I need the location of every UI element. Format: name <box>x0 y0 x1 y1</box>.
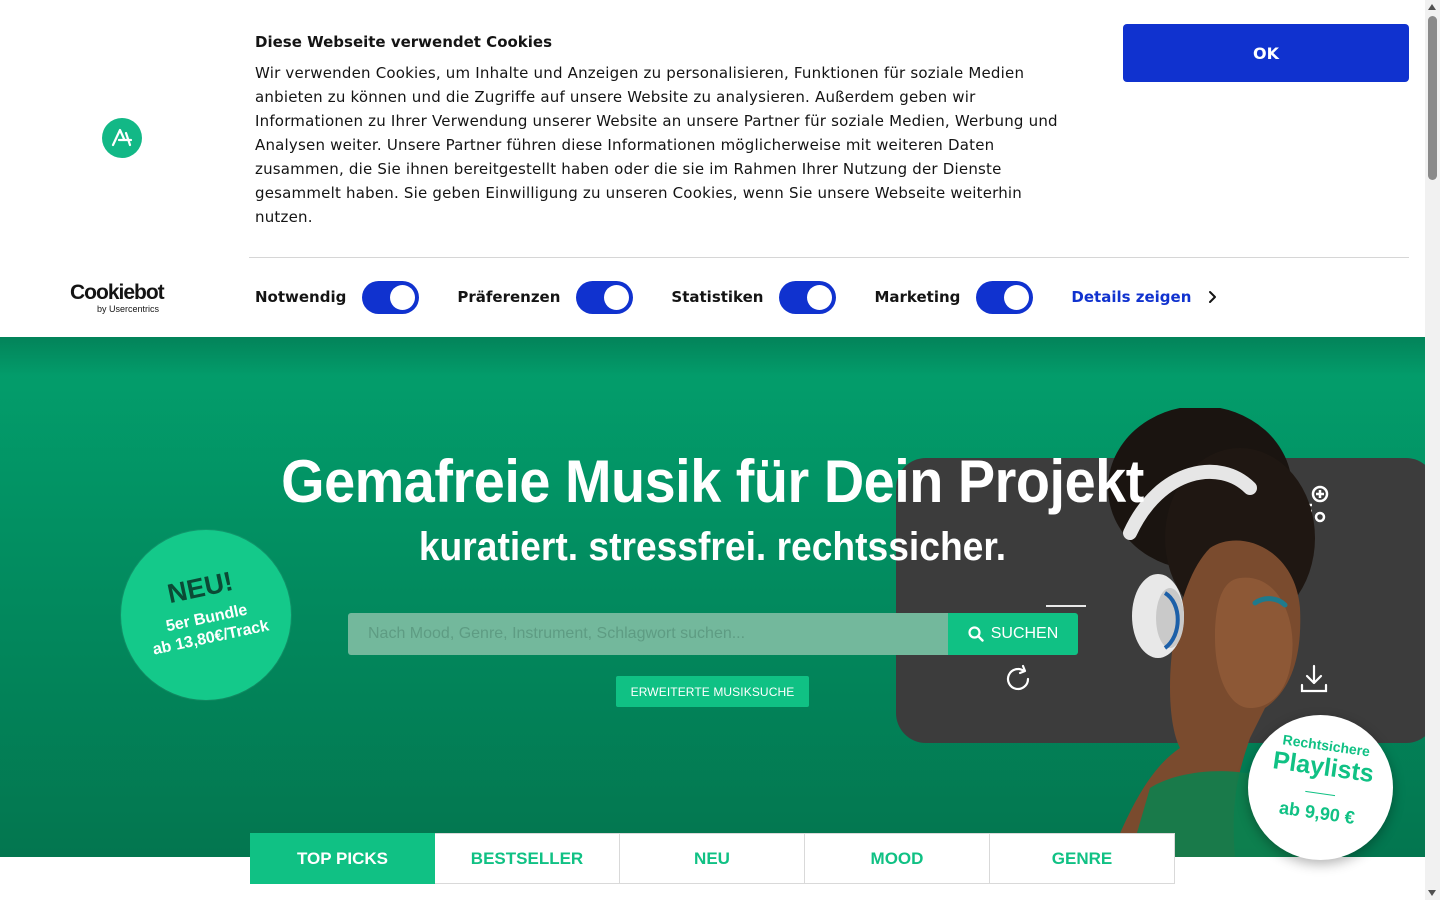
search-button-label: SUCHEN <box>990 625 1059 642</box>
consent-necessary-toggle[interactable] <box>362 280 420 314</box>
scroll-up-arrow-icon[interactable] <box>1428 4 1436 10</box>
repeat-icon <box>1006 664 1030 691</box>
playlist-promo-badge[interactable]: Rechtsichere Playlists ab 9,90 € <box>1248 715 1393 860</box>
scroll-thumb[interactable] <box>1428 16 1437 180</box>
tab-genre[interactable]: GENRE <box>990 833 1175 884</box>
consent-necessary: Notwendig <box>255 280 420 314</box>
music-search: SUCHEN <box>348 613 1078 655</box>
consent-preferences-label: Präferenzen <box>457 288 561 306</box>
search-icon <box>968 626 984 642</box>
cookie-consent-banner: Diese Webseite verwendet Cookies Wir ver… <box>0 0 1425 337</box>
tab-top-picks[interactable]: TOP PICKS <box>250 833 435 884</box>
consent-toggles: Notwendig Präferenzen Statistiken Market… <box>255 280 1217 314</box>
page-scrollbar[interactable] <box>1425 0 1440 900</box>
cookiebot-logo-text: Cookiebot <box>70 281 165 304</box>
consent-statistics-toggle[interactable] <box>779 280 837 314</box>
cookiebot-logo-subtext: by Usercentrics <box>97 304 160 314</box>
hero-title: Gemafreie Musik für Dein Projekt <box>281 448 1144 515</box>
tab-mood[interactable]: MOOD <box>805 833 990 884</box>
consent-statistics-label: Statistiken <box>671 288 764 306</box>
details-show-link[interactable]: Details zeigen <box>1071 288 1217 306</box>
scroll-down-arrow-icon[interactable] <box>1428 890 1436 896</box>
advanced-search-button[interactable]: ERWEITERTE MUSIKSUCHE <box>616 676 809 707</box>
cookiebot-logo: Cookiebot by Usercentrics <box>70 281 174 315</box>
player-line <box>1046 605 1086 607</box>
cookie-ok-button[interactable]: OK <box>1123 24 1409 82</box>
tab-neu[interactable]: NEU <box>620 833 805 884</box>
consent-preferences-toggle[interactable] <box>576 280 634 314</box>
consent-necessary-label: Notwendig <box>255 288 347 306</box>
cookie-title: Diese Webseite verwendet Cookies <box>255 33 553 51</box>
consent-marketing: Marketing <box>874 280 1034 314</box>
music-category-tabs: TOP PICKS BESTSELLER NEU MOOD GENRE <box>250 833 1175 884</box>
consent-marketing-label: Marketing <box>874 288 961 306</box>
chevron-right-icon <box>1209 291 1217 303</box>
cookie-description: Wir verwenden Cookies, um Inhalte und An… <box>255 64 1058 226</box>
cookie-divider <box>249 257 1409 258</box>
consent-marketing-toggle[interactable] <box>976 280 1034 314</box>
playlist-badge-line3: ab 9,90 € <box>1277 797 1357 828</box>
consent-preferences: Präferenzen <box>457 280 634 314</box>
bundle-promo-badge[interactable]: NEU! 5er Bundle ab 13,80€/Track <box>121 530 291 700</box>
search-button[interactable]: SUCHEN <box>948 613 1078 655</box>
details-show-label: Details zeigen <box>1071 288 1192 306</box>
tab-bestseller[interactable]: BESTSELLER <box>435 833 620 884</box>
search-input[interactable] <box>348 613 948 655</box>
site-logo-icon[interactable] <box>102 118 142 158</box>
consent-statistics: Statistiken <box>671 280 837 314</box>
